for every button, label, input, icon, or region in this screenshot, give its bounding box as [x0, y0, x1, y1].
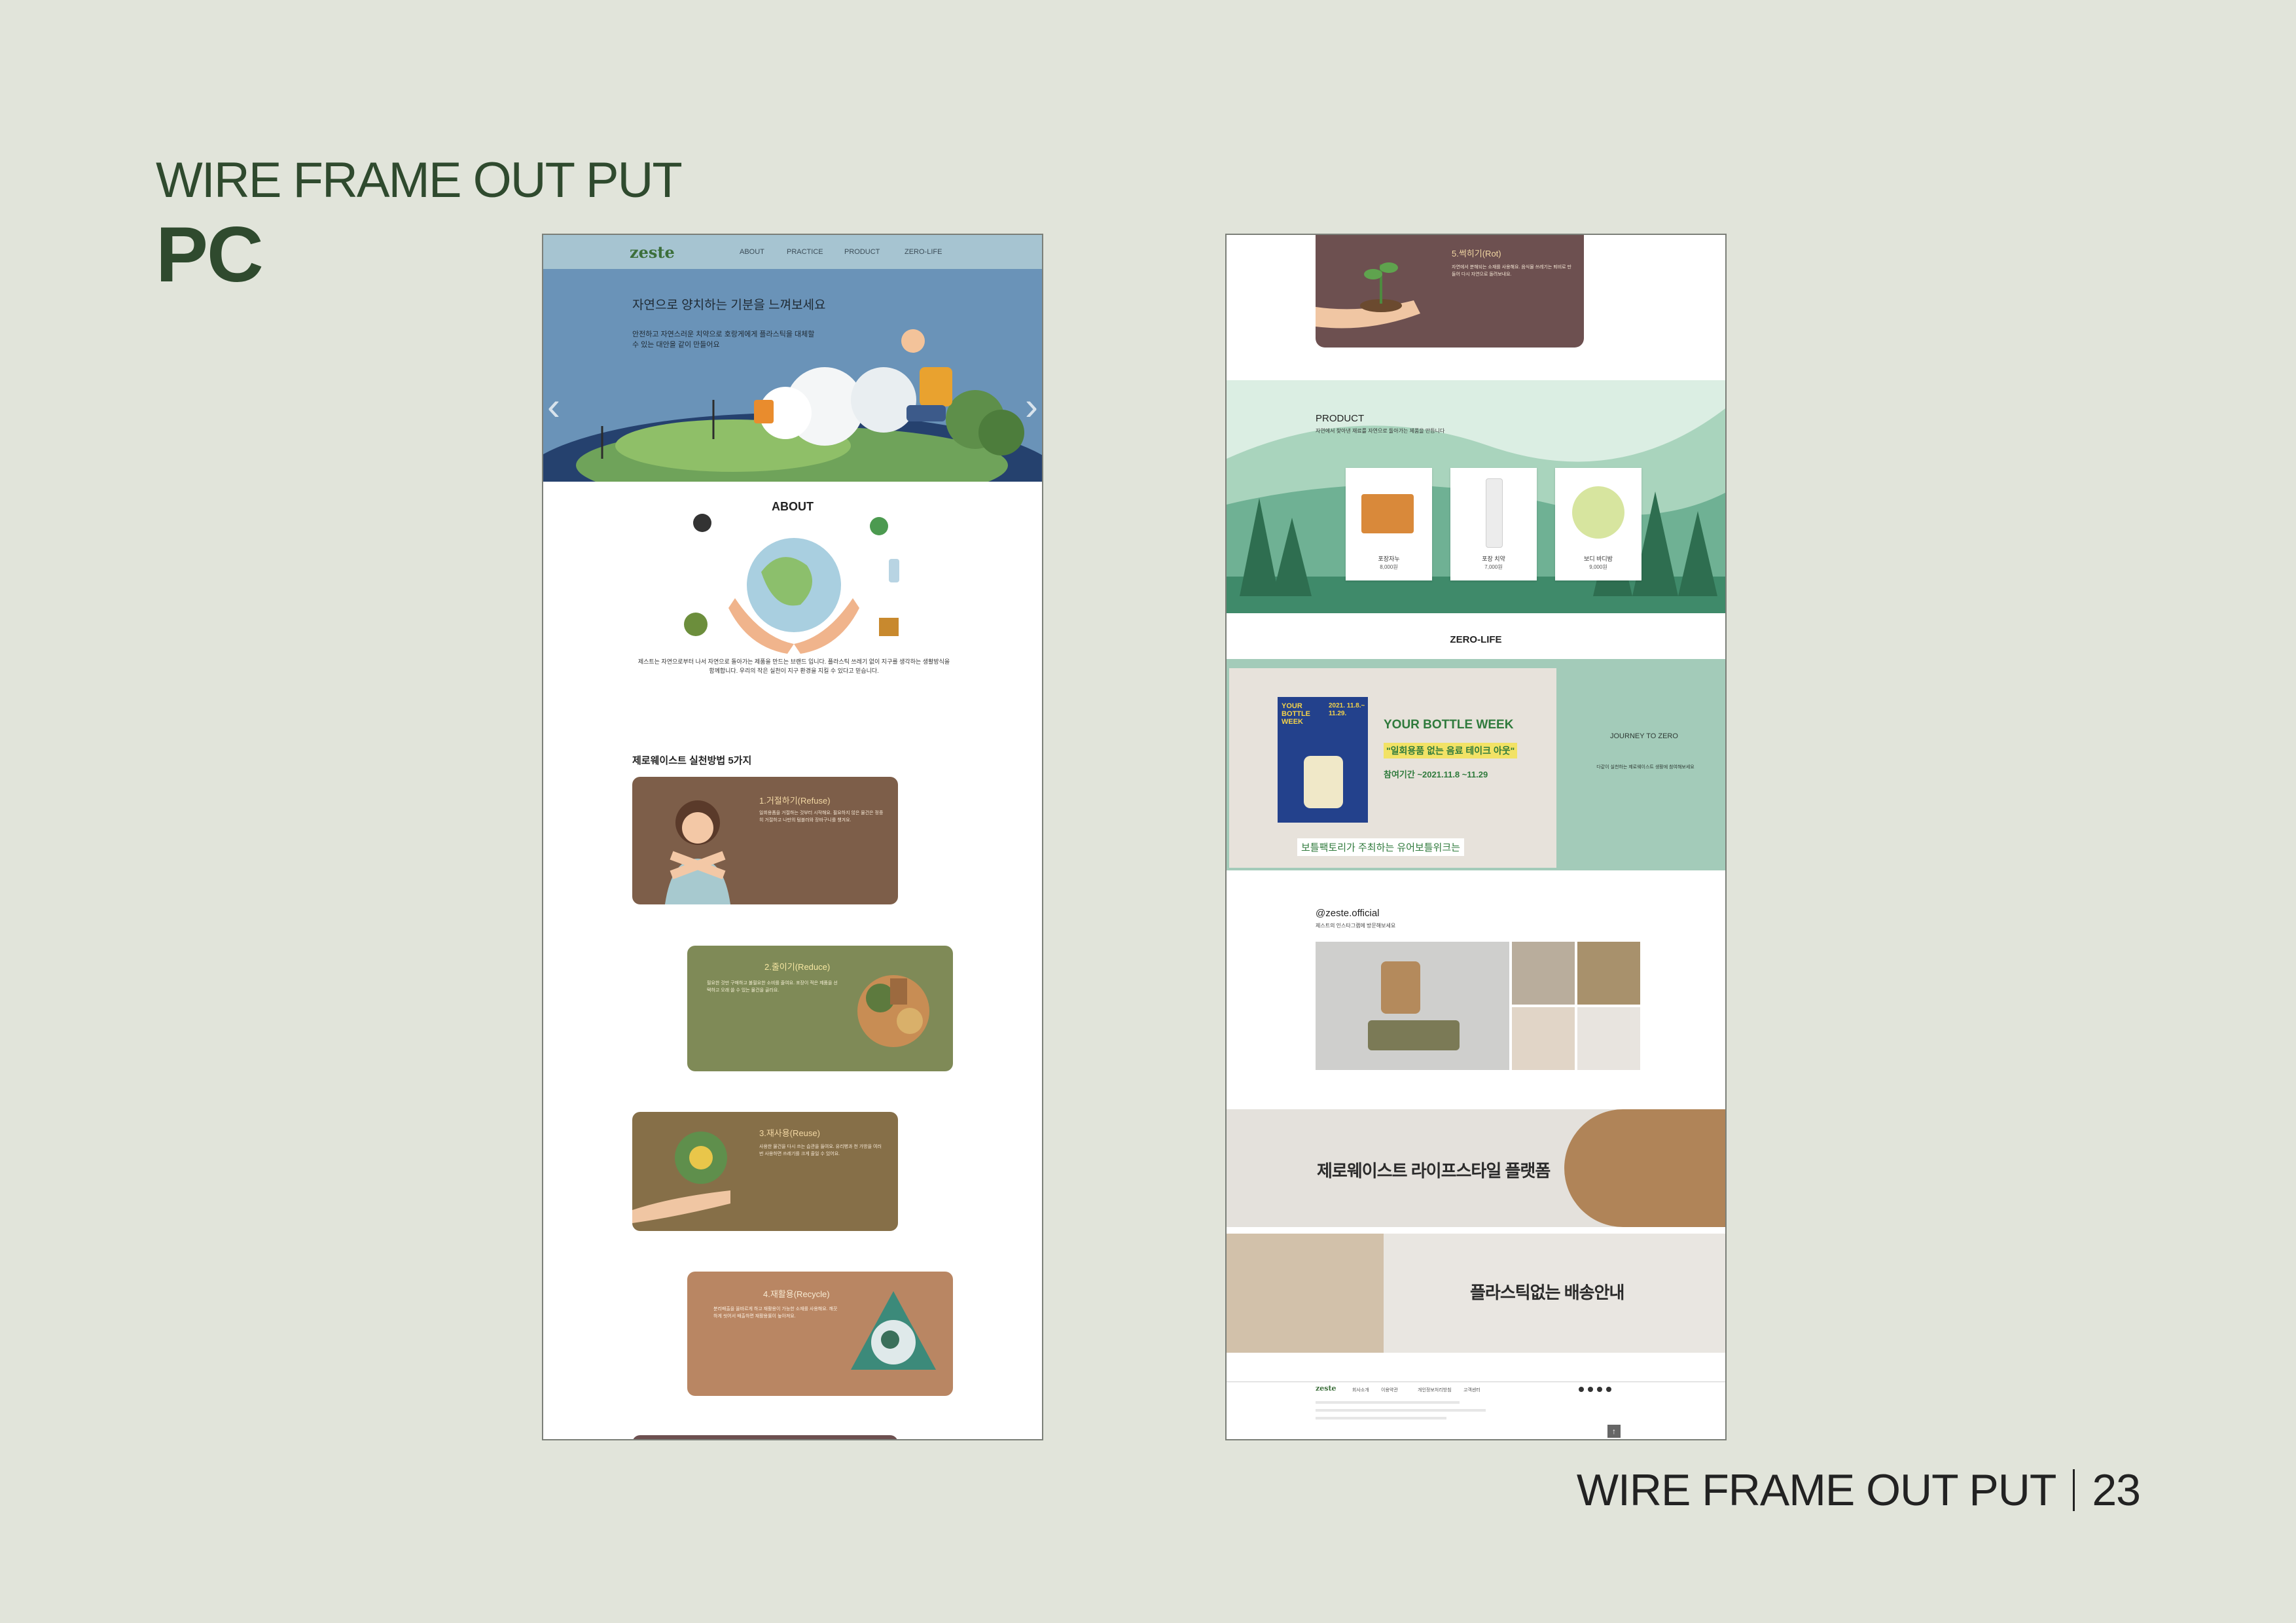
poster-year: 2021. 11.8.~ 11.29.: [1329, 702, 1365, 717]
platform-banner[interactable]: 제로웨이스트 라이프스타일 플랫폼: [1227, 1109, 1725, 1227]
card-title: 3.재사용(Reuse): [759, 1128, 820, 1138]
reduce-illustration: [857, 975, 929, 1047]
product-image: [1572, 486, 1624, 539]
brush-photo: [1381, 961, 1420, 1014]
instagram-handle[interactable]: @zeste.official: [1316, 908, 1380, 919]
journey-text: 다같이 실천하는 제로웨이스트 생활에 참여해보세요: [1596, 765, 1695, 770]
refuse-illustration: [665, 800, 730, 904]
scroll-top-icon[interactable]: ↑: [1607, 1425, 1621, 1438]
product-price: 8,000원: [1380, 564, 1398, 570]
hero-subtitle: 안전하고 자연스러운 치약으로 호랑게에게 플라스틱을 대체할 수 있는 대안을…: [632, 330, 815, 349]
instagram-subtitle: 제스트의 인스타그램에 방문해보세요: [1316, 923, 1396, 929]
footer-nav-item[interactable]: 이용약관: [1381, 1387, 1398, 1393]
product-name: 포장 치약: [1482, 556, 1505, 562]
reuse-illustration: [632, 1132, 730, 1223]
banner-text: 제로웨이스트 라이프스타일 플랫폼: [1317, 1161, 1551, 1181]
brand-logo[interactable]: zeste: [630, 243, 675, 262]
page-subheading: PC: [156, 211, 264, 298]
product-card[interactable]: 포장자누 8,000원: [1346, 468, 1432, 580]
product-image: [1486, 478, 1503, 548]
instagram-photo[interactable]: [1512, 942, 1575, 1005]
practice-card-rot[interactable]: 5.썩히기(Rot) 자연에서 분해되는 소재를 사용해요. 음식물 쓰레기는 …: [1316, 235, 1584, 348]
hero-title: 자연으로 양치하는 기분을 느껴보세요: [632, 298, 826, 312]
top-nav: zeste ABOUT PRACTICE PRODUCT ZERO-LIFE: [543, 235, 1042, 269]
instagram-photo[interactable]: [1512, 1007, 1575, 1070]
footer-divider: [2073, 1469, 2075, 1511]
poster-tag: YOUR BOTTLE WEEK: [1282, 702, 1310, 726]
poster-slogan: "일회용품 없는 음료 테이크 아웃": [1384, 743, 1518, 758]
zero-life-title: ZERO-LIFE: [1450, 634, 1502, 645]
banner-text: 플라스틱없는 배송안내: [1470, 1283, 1624, 1302]
practice-title: 제로웨이스트 실천방법 5가지: [632, 755, 752, 766]
product-price: 7,000원: [1484, 564, 1503, 570]
card-text: 사용한 물건을 다시 쓰는 습관을 들여요. 유리병과 천 가방을 여러 번 사…: [759, 1145, 882, 1156]
nav-item-product[interactable]: PRODUCT: [844, 248, 880, 256]
footer-nav-item[interactable]: 개인정보처리방침: [1418, 1387, 1452, 1393]
product-price: 9,000원: [1589, 564, 1607, 570]
bottle-icon: [1304, 756, 1343, 808]
nav-item-about[interactable]: ABOUT: [740, 248, 764, 256]
zero-life-section: YOUR BOTTLE WEEK 2021. 11.8.~ 11.29. YOU…: [1227, 659, 1725, 870]
page-number: 23: [2092, 1465, 2141, 1515]
page-footer: WIRE FRAME OUT PUT 23: [1576, 1465, 2141, 1516]
pc-mockup-main: zeste ABOUT PRACTICE PRODUCT ZERO-LIFE 자…: [542, 234, 1043, 1440]
card-text: 필요한 것만 구매하고 불필요한 소비를 줄여요. 포장이 적은 제품을 선택하…: [707, 981, 838, 993]
pc-mockup-continued: 5.썩히기(Rot) 자연에서 분해되는 소재를 사용해요. 음식물 쓰레기는 …: [1225, 234, 1727, 1440]
footer-nav-item[interactable]: 고객센터: [1463, 1387, 1480, 1393]
card-title: 2.줄이기(Reduce): [764, 962, 831, 972]
about-illustration: [684, 514, 899, 654]
card-text: 자연에서 분해되는 소재를 사용해요. 음식물 쓰레기는 퇴비로 만들어 다시 …: [1452, 265, 1571, 277]
product-card[interactable]: 보디 바디밤 9,000원: [1555, 468, 1641, 580]
card-title: 1.거절하기(Refuse): [759, 796, 831, 806]
facebook-icon[interactable]: [1579, 1387, 1584, 1392]
poster-title: YOUR BOTTLE WEEK: [1384, 718, 1514, 732]
card-text: 일회용품을 거절하는 것부터 시작해요. 필요하지 않은 물건은 정중히 거절하…: [759, 811, 884, 823]
nav-item-zero-life[interactable]: ZERO-LIFE: [905, 248, 942, 256]
instagram-photo[interactable]: [1577, 942, 1640, 1005]
chevron-right-icon[interactable]: ›: [1025, 387, 1038, 426]
product-subtitle: 자연에서 찾아낸 재료를 자연으로 돌아가는 제품을 만듭니다: [1316, 428, 1445, 434]
your-bottle-week-poster[interactable]: YOUR BOTTLE WEEK 2021. 11.8.~ 11.29. YOU…: [1229, 668, 1556, 868]
about-text: 제스트는 자연으로부터 나서 자연으로 돌아가는 제품을 만드는 브랜드 입니다…: [637, 658, 950, 674]
practice-card-rot-peek: [632, 1435, 898, 1439]
banner-photo: [1564, 1109, 1725, 1227]
instagram-icon[interactable]: [1588, 1387, 1593, 1392]
product-name: 보디 바디밤: [1584, 556, 1613, 562]
soap-photo: [1368, 1020, 1460, 1050]
instagram-photo-large[interactable]: [1316, 942, 1509, 1070]
instagram-photo[interactable]: [1577, 1007, 1640, 1070]
product-title: PRODUCT: [1316, 413, 1365, 424]
footer-info-line: [1316, 1401, 1460, 1404]
page-heading: WIRE FRAME OUT PUT: [156, 152, 683, 208]
youtube-icon[interactable]: [1597, 1387, 1602, 1392]
footer-info-line: [1316, 1417, 1446, 1419]
poster-period: 참여기간 ~2021.11.8 ~11.29: [1384, 770, 1488, 779]
poster-caption: 보틀팩토리가 주최하는 유어보틀위크는: [1297, 838, 1464, 856]
delivery-banner[interactable]: 플라스틱없는 배송안내: [1227, 1234, 1725, 1353]
sprout-hand-illustration: [1316, 262, 1420, 329]
blog-icon[interactable]: [1606, 1387, 1611, 1392]
poster-thumbnail: YOUR BOTTLE WEEK 2021. 11.8.~ 11.29.: [1278, 697, 1368, 823]
card-title: 5.썩히기(Rot): [1452, 249, 1501, 259]
footer-nav-item[interactable]: 회사소개: [1352, 1387, 1369, 1393]
product-name: 포장자누: [1378, 556, 1400, 562]
practice-card-reuse[interactable]: 3.재사용(Reuse) 사용한 물건을 다시 쓰는 습관을 들여요. 유리병과…: [632, 1112, 898, 1231]
footer-label: WIRE FRAME OUT PUT: [1576, 1465, 2057, 1515]
recycle-icon: [851, 1291, 936, 1370]
product-image: [1361, 494, 1414, 533]
card-text: 분리배출을 올바르게 하고 재활용이 가능한 소재를 사용해요. 깨끗하게 씻어…: [713, 1307, 838, 1319]
footer-info-line: [1316, 1409, 1486, 1412]
product-card[interactable]: 포장 치약 7,000원: [1450, 468, 1537, 580]
practice-card-recycle[interactable]: 4.재활용(Recycle) 분리배출을 올바르게 하고 재활용이 가능한 소재…: [687, 1272, 953, 1396]
nav-item-practice[interactable]: PRACTICE: [787, 248, 823, 256]
practice-card-refuse[interactable]: 1.거절하기(Refuse) 일회용품을 거절하는 것부터 시작해요. 필요하지…: [632, 777, 898, 904]
journey-title: JOURNEY TO ZERO: [1610, 732, 1678, 740]
card-title: 4.재활용(Recycle): [763, 1289, 830, 1299]
banner-photo: [1227, 1234, 1384, 1353]
practice-card-reduce[interactable]: 2.줄이기(Reduce) 필요한 것만 구매하고 불필요한 소비를 줄여요. …: [687, 946, 953, 1071]
footer-logo[interactable]: zeste: [1316, 1384, 1336, 1393]
hero-banner: 자연으로 양치하는 기분을 느껴보세요 안전하고 자연스러운 치약으로 호랑게에…: [543, 269, 1042, 482]
chevron-left-icon[interactable]: ‹: [547, 387, 560, 426]
